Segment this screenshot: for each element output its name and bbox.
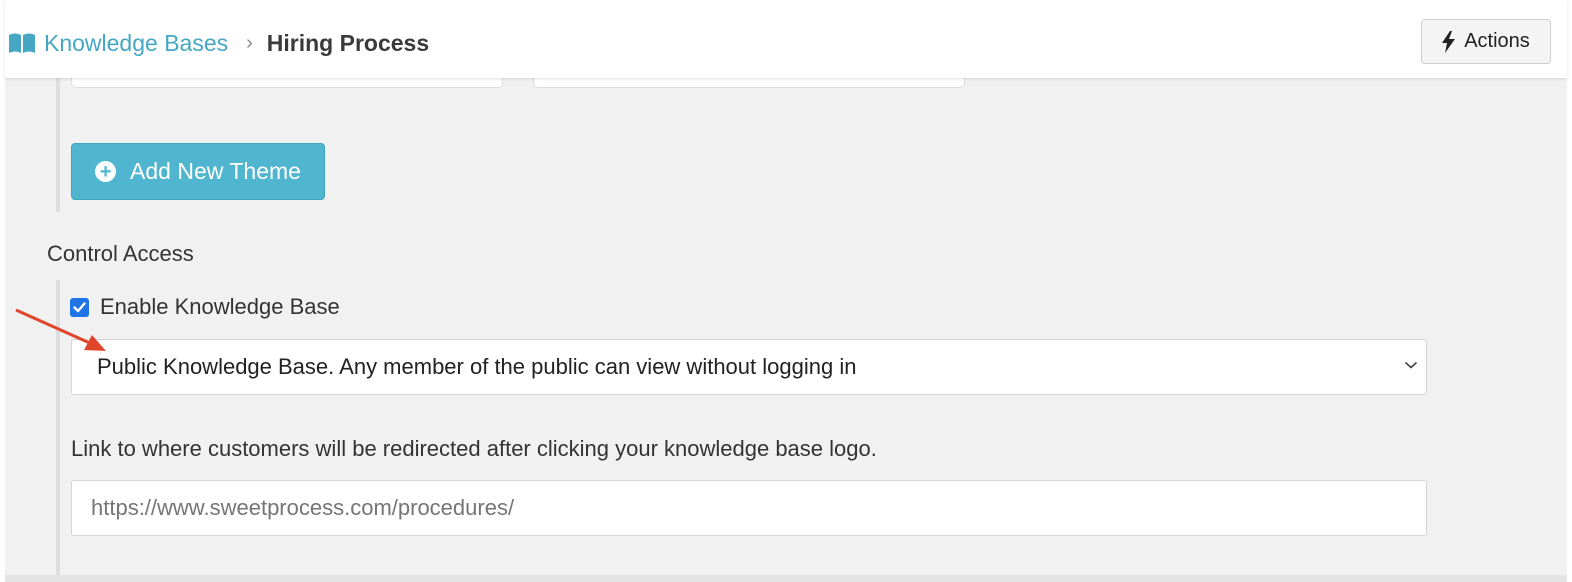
logo-link-help-text: Link to where customers will be redirect… <box>71 436 877 461</box>
enable-knowledge-base-checkbox[interactable] <box>70 297 89 317</box>
add-new-theme-label: Add New Theme <box>130 158 301 184</box>
control-access-divider <box>56 280 60 575</box>
content-area: Knowledge Bases › Hiring Process Actions… <box>5 0 1567 582</box>
enable-knowledge-base-row: Enable Knowledge Base <box>70 294 340 320</box>
visibility-selected-value: Public Knowledge Base. Any member of the… <box>97 354 857 379</box>
breadcrumb: Knowledge Bases › Hiring Process <box>8 28 429 58</box>
breadcrumb-current: Hiring Process <box>266 29 430 56</box>
breadcrumb-knowledge-bases[interactable]: Knowledge Bases <box>44 30 228 57</box>
breadcrumb-separator: › <box>246 31 253 54</box>
bottom-edge <box>5 575 1567 582</box>
themes-section-divider <box>56 78 60 212</box>
actions-button[interactable]: Actions <box>1421 19 1551 64</box>
book-icon <box>9 33 35 53</box>
actions-label: Actions <box>1464 30 1530 52</box>
top-bar: Knowledge Bases › Hiring Process Actions <box>5 0 1567 78</box>
visibility-select[interactable]: Public Knowledge Base. Any member of the… <box>71 339 1427 395</box>
add-new-theme-button[interactable]: + Add New Theme <box>71 143 325 200</box>
enable-knowledge-base-label[interactable]: Enable Knowledge Base <box>100 294 340 320</box>
chevron-down-icon <box>1404 361 1418 369</box>
plus-circle-icon: + <box>95 161 117 182</box>
logo-link-input[interactable] <box>71 480 1427 536</box>
checkmark-icon <box>73 301 86 312</box>
control-access-title: Control Access <box>47 241 194 266</box>
lightning-icon <box>1442 30 1456 53</box>
